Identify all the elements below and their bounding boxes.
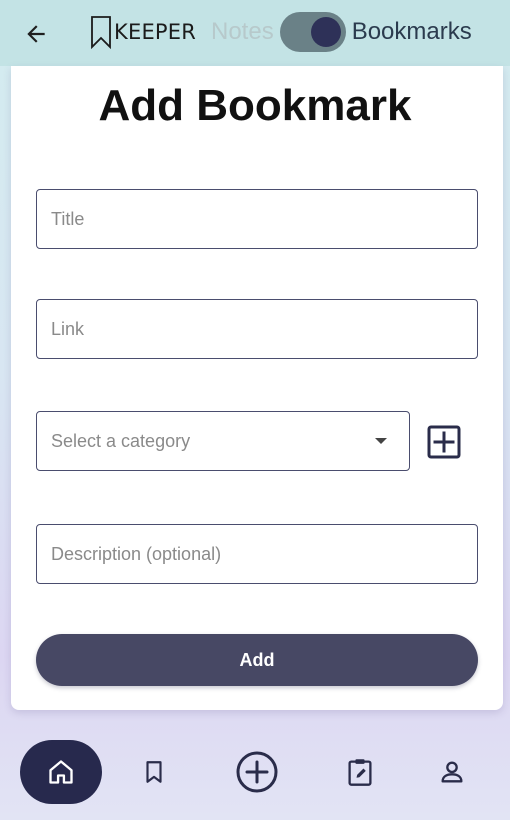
bookmark-icon [91, 16, 111, 49]
category-select-placeholder: Select a category [51, 430, 191, 451]
add-button[interactable]: Add [36, 634, 478, 686]
link-input[interactable] [37, 300, 477, 358]
app-logo: KEEPER [90, 14, 196, 50]
plus-circle-icon [236, 751, 278, 793]
logo-text: KEEPER [114, 20, 197, 44]
caret-down-icon [375, 438, 387, 444]
description-input[interactable] [37, 525, 477, 583]
add-category-button[interactable] [426, 424, 462, 460]
nav-profile[interactable] [430, 740, 474, 804]
add-bookmark-card [11, 66, 503, 710]
plus-square-icon [427, 425, 461, 459]
back-button[interactable] [18, 16, 54, 52]
arrow-left-icon [27, 25, 45, 43]
toggle-label-bookmarks[interactable]: Bookmarks [352, 18, 472, 46]
clipboard-edit-icon [348, 759, 372, 786]
nav-add[interactable] [232, 740, 282, 804]
toggle-label-notes[interactable]: Notes [211, 18, 274, 46]
bookmark-icon [146, 761, 162, 783]
description-field[interactable] [36, 524, 478, 584]
nav-notes[interactable] [338, 740, 382, 804]
top-app-bar: KEEPER Notes Bookmarks [0, 0, 510, 66]
category-select[interactable]: Select a category [36, 411, 410, 471]
mode-switch[interactable] [279, 12, 346, 52]
title-input[interactable] [37, 190, 477, 248]
nav-home[interactable] [20, 740, 102, 804]
nav-bookmarks[interactable] [132, 740, 176, 804]
person-icon [441, 761, 463, 783]
home-icon [49, 760, 73, 784]
notes-bookmarks-toggle: Notes Bookmarks [211, 12, 472, 52]
page-title: Add Bookmark [98, 81, 412, 130]
switch-knob [310, 17, 341, 47]
link-field[interactable] [36, 299, 478, 359]
title-field[interactable] [36, 189, 478, 249]
